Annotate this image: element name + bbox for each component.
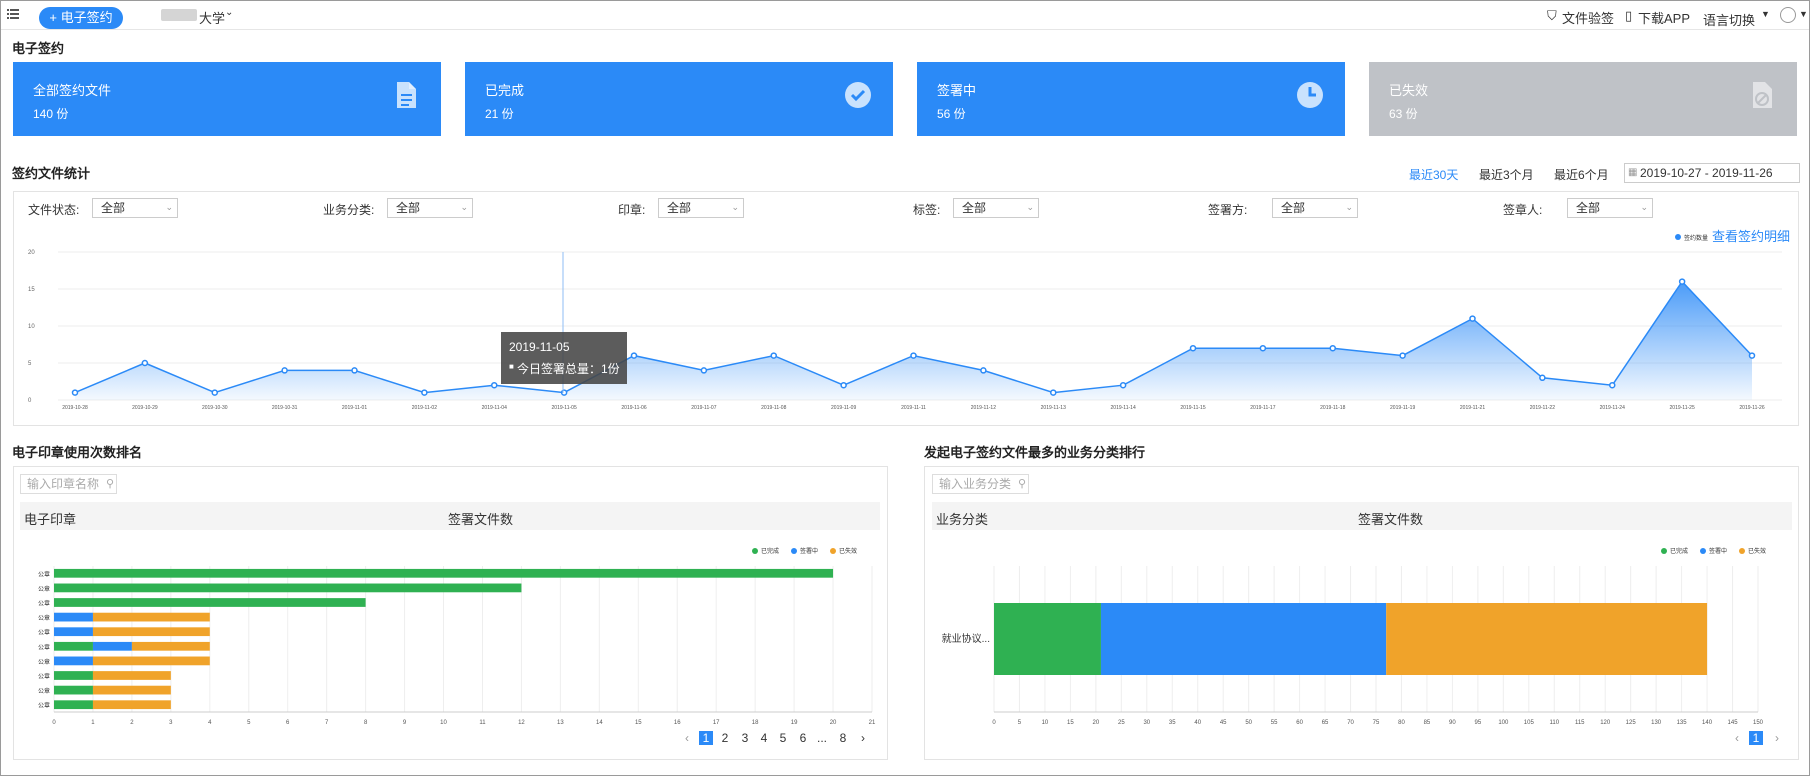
x-tick-label: 90: [1449, 720, 1456, 726]
x-tick-label: 110: [1549, 720, 1559, 726]
legend-dot: [1700, 548, 1706, 554]
x-tick-label: 125: [1626, 720, 1637, 726]
legend-dot: [1661, 548, 1667, 554]
x-tick-label: 40: [1194, 720, 1201, 726]
legend-label: 已失效: [1748, 547, 1766, 555]
x-tick-label: 20: [1093, 720, 1100, 726]
x-tick-label: 45: [1220, 720, 1227, 726]
x-tick-label: 145: [1728, 720, 1739, 726]
x-tick-label: 25: [1118, 720, 1125, 726]
bar-segment: [1386, 603, 1708, 675]
bar-segment: [994, 603, 1101, 675]
x-tick-label: 0: [992, 720, 996, 726]
next-page-icon[interactable]: ›: [1770, 731, 1784, 745]
x-tick-label: 120: [1600, 720, 1611, 726]
x-tick-label: 100: [1498, 720, 1509, 726]
prev-page-icon[interactable]: ‹: [1730, 731, 1744, 745]
x-tick-label: 80: [1398, 720, 1405, 726]
x-tick-label: 10: [1042, 720, 1049, 726]
biz-bar-chart: 就业协议... 0 5 10 15 20 25 30 35 40 45 50 55 60 65 70 75 80 8…: [942, 547, 1766, 726]
x-tick-label: 60: [1296, 720, 1303, 726]
x-tick-label: 70: [1347, 720, 1354, 726]
x-tick-label: 115: [1575, 720, 1585, 726]
x-tick-label: 55: [1271, 720, 1278, 726]
legend-label: 已完成: [1670, 547, 1688, 555]
page-1[interactable]: 1: [1749, 731, 1763, 745]
x-tick-label: 65: [1322, 720, 1329, 726]
x-tick-label: 5: [1018, 720, 1022, 726]
x-tick-label: 150: [1753, 720, 1764, 726]
x-tick-label: 130: [1651, 720, 1662, 726]
x-tick-label: 135: [1677, 720, 1688, 726]
bar-segment: [1100, 603, 1387, 675]
x-tick-label: 50: [1245, 720, 1252, 726]
x-tick-label: 105: [1524, 720, 1535, 726]
x-tick-label: 15: [1067, 720, 1074, 726]
legend-label: 签署中: [1709, 547, 1727, 555]
x-tick-label: 30: [1143, 720, 1150, 726]
legend-dot: [1739, 548, 1745, 554]
x-tick-label: 35: [1169, 720, 1176, 726]
x-tick-label: 85: [1424, 720, 1431, 726]
x-tick-label: 75: [1373, 720, 1380, 726]
x-tick-label: 95: [1475, 720, 1482, 726]
y-category-label: 就业协议...: [942, 632, 990, 645]
x-tick-label: 140: [1702, 720, 1713, 726]
